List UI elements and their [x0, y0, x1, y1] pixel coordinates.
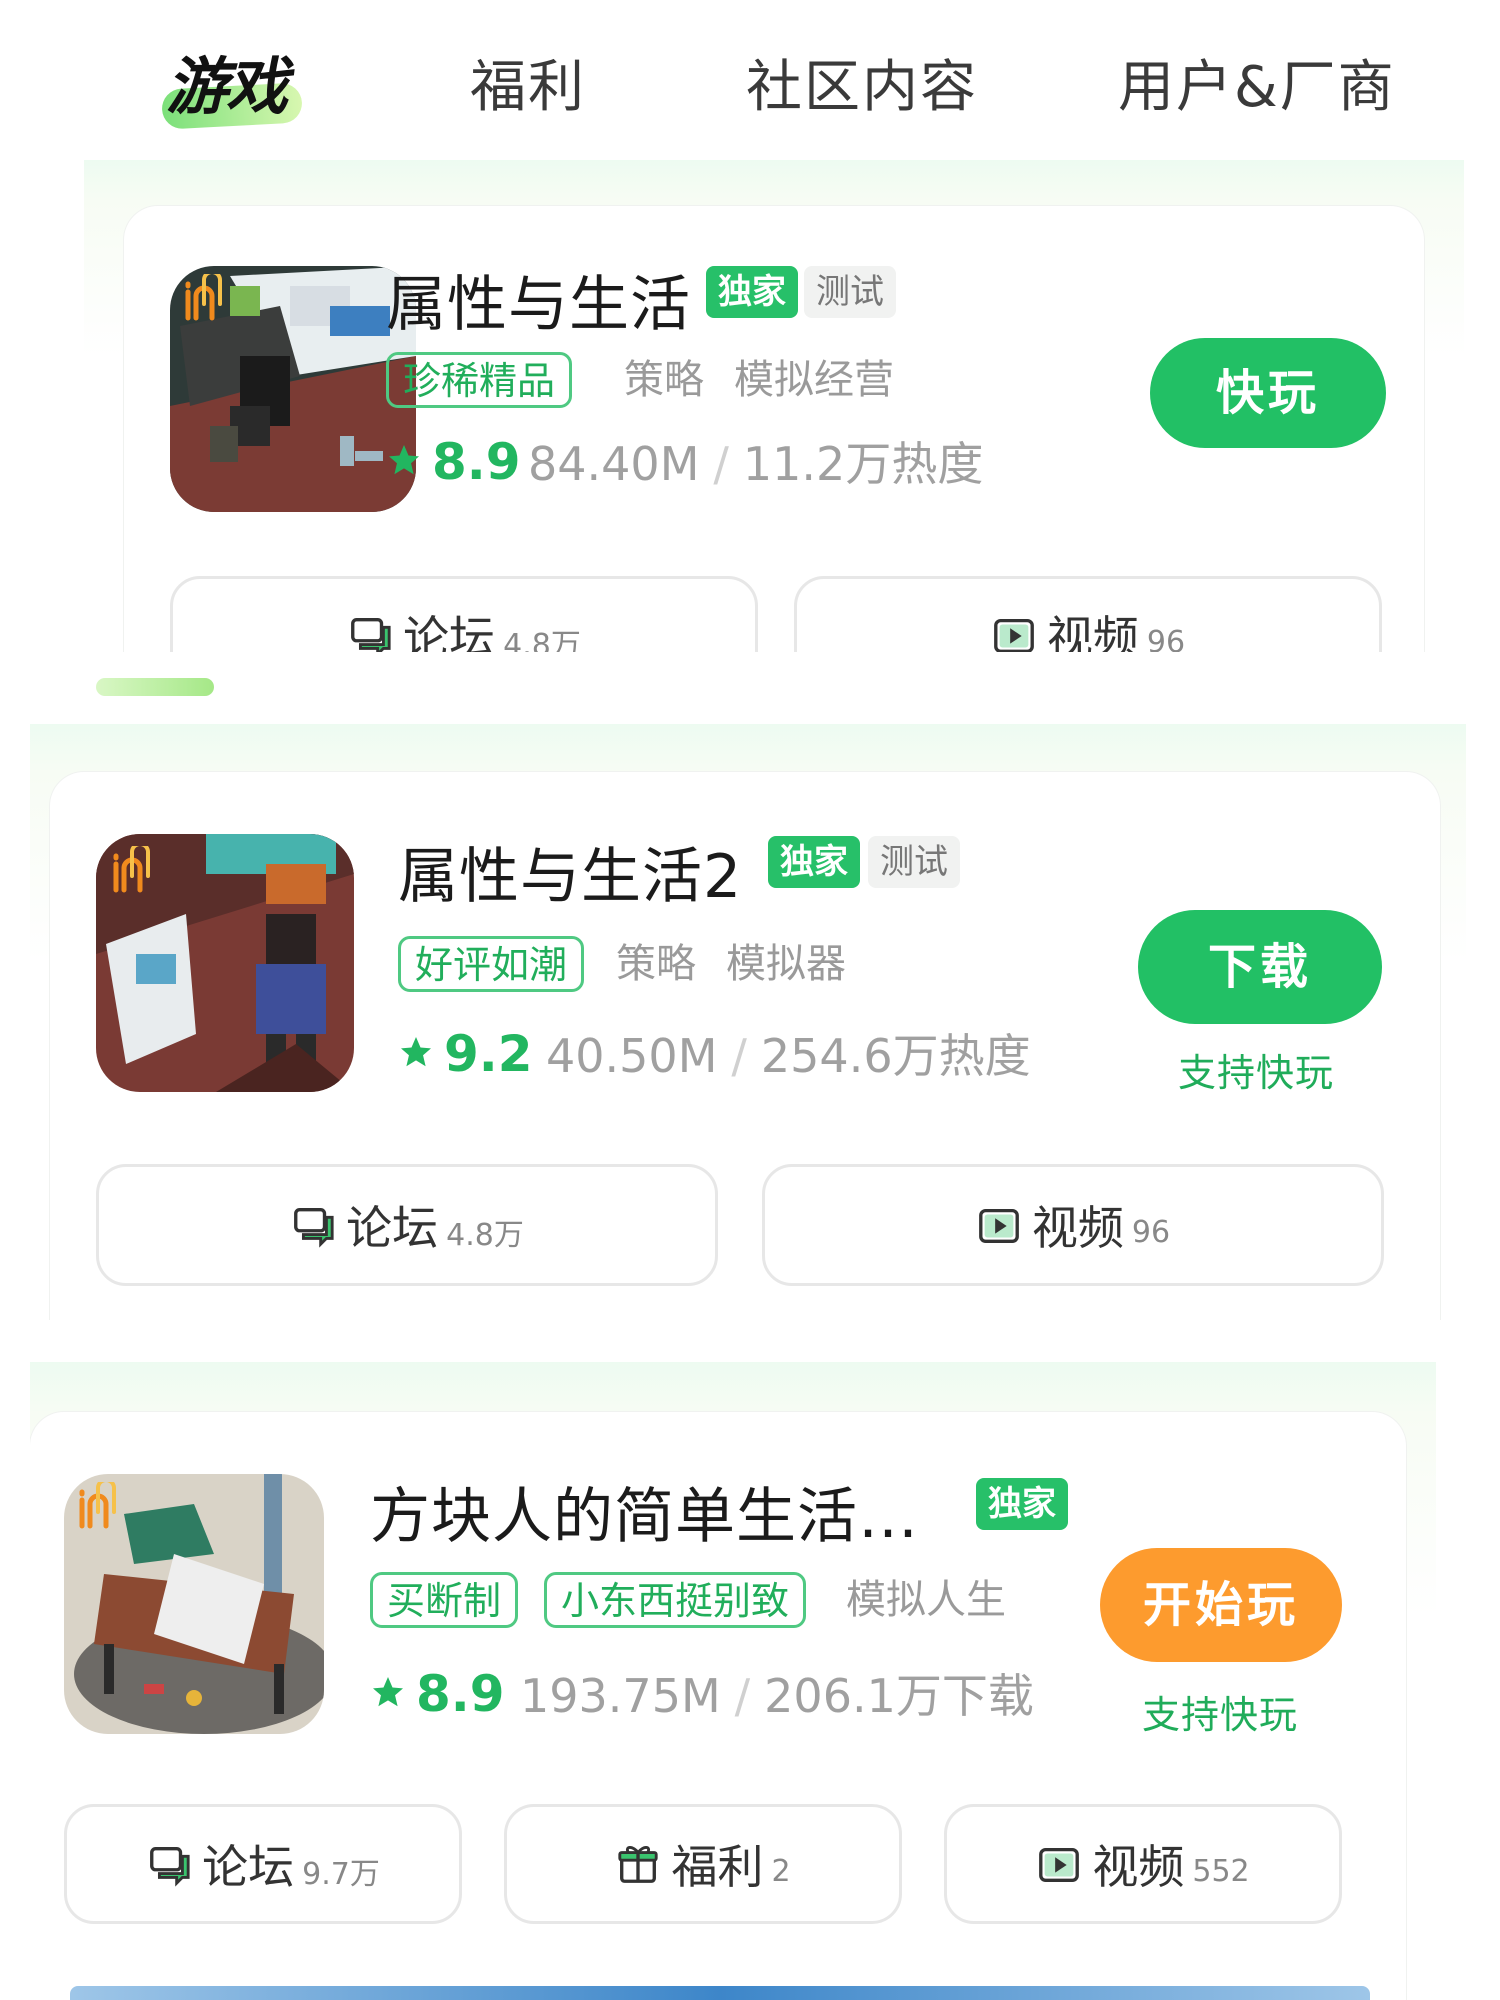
rating-row: 9.2 40.50M/254.6万热度 — [398, 1024, 1118, 1084]
forum-label: 论坛 — [202, 1840, 295, 1894]
tag-highlight[interactable]: 好评如潮 — [398, 936, 585, 992]
file-size: 84.40M — [528, 437, 700, 491]
publisher-logo-icon — [79, 1482, 116, 1529]
video-icon — [979, 1208, 1019, 1243]
quick-play-support-link[interactable]: 支持快玩 — [1178, 1042, 1334, 1097]
file-size: 40.50M — [546, 1029, 718, 1083]
divider-decoration — [96, 678, 214, 696]
exclusive-badge: 独家 — [706, 266, 798, 318]
rating-row: 8.9 84.40M/11.2万热度 — [386, 432, 1086, 492]
video-count: 96 — [1146, 624, 1186, 653]
forum-icon — [294, 1207, 334, 1248]
video-label: 视频 — [1046, 611, 1139, 652]
forum-icon — [351, 617, 391, 652]
welfare-count: 2 — [771, 1853, 791, 1889]
forum-count: 9.7万 — [302, 1857, 380, 1892]
file-size: 193.75M — [520, 1669, 721, 1723]
forum-button[interactable]: 论坛 9.7万 — [64, 1804, 462, 1924]
game-title[interactable]: 属性与生活 — [386, 256, 691, 343]
top-tab-bar: 游戏 福利 社区内容 用户&厂商 — [0, 0, 1500, 160]
forum-button[interactable]: 论坛 4.8万 — [96, 1164, 718, 1286]
welfare-label: 福利 — [671, 1840, 764, 1894]
exclusive-badge: 独家 — [768, 836, 860, 888]
game-card[interactable]: 属性与生活2 独家 测试 好评如潮 策略 模拟器 9.2 40.50M/254.… — [50, 772, 1440, 1320]
game-icon-image[interactable] — [170, 266, 416, 512]
video-icon — [1039, 1847, 1080, 1882]
forum-count: 4.8万 — [446, 1218, 524, 1253]
game-panel-2: 属性与生活2 独家 测试 好评如潮 策略 模拟器 9.2 40.50M/254.… — [30, 724, 1466, 1320]
forum-label: 论坛 — [346, 1201, 439, 1255]
forum-button[interactable]: 论坛 4.8万 — [170, 576, 758, 652]
test-badge: 测试 — [804, 266, 896, 318]
meta-info: 40.50M/254.6万热度 — [546, 1026, 1031, 1086]
quick-play-button[interactable]: 快玩 — [1150, 338, 1386, 448]
video-count: 552 — [1192, 1853, 1250, 1889]
start-play-button[interactable]: 开始玩 — [1100, 1548, 1342, 1662]
popularity: 11.2万热度 — [742, 437, 984, 491]
game-panel-3: 方块人的简单生活… 独家 买断制 小东西挺别致 模拟人生 8.9 193.75M… — [30, 1362, 1436, 2000]
tab-welfare[interactable]: 福利 — [470, 42, 586, 123]
video-button[interactable]: 视频 96 — [762, 1164, 1384, 1286]
tag-highlight[interactable]: 买断制 — [370, 1572, 519, 1628]
forum-icon — [150, 1846, 190, 1887]
video-label: 视频 — [1031, 1201, 1124, 1255]
video-label: 视频 — [1092, 1840, 1185, 1894]
tab-community[interactable]: 社区内容 — [746, 42, 978, 123]
game-icon-image[interactable] — [96, 834, 354, 1092]
gift-icon — [618, 1846, 659, 1883]
quick-play-support-link[interactable]: 支持快玩 — [1142, 1684, 1298, 1739]
meta-separator: / — [734, 1669, 751, 1723]
publisher-logo-icon — [185, 274, 222, 321]
star-icon — [389, 445, 419, 475]
star-icon — [373, 1677, 403, 1707]
forum-count: 4.8万 — [503, 628, 581, 652]
publisher-logo-icon — [113, 846, 150, 893]
exclusive-badge: 独家 — [976, 1478, 1068, 1530]
tag-genre[interactable]: 策略 — [616, 936, 696, 992]
download-button[interactable]: 下载 — [1138, 910, 1382, 1024]
tag-genre[interactable]: 模拟人生 — [846, 1572, 1006, 1628]
game-icon-image[interactable] — [64, 1474, 324, 1734]
welfare-button[interactable]: 福利 2 — [504, 1804, 902, 1924]
tab-games[interactable]: 游戏 — [158, 36, 308, 136]
rating-score: 9.2 — [444, 1025, 533, 1083]
tag-genre[interactable]: 策略 — [624, 352, 704, 408]
popularity: 254.6万热度 — [760, 1029, 1031, 1083]
video-button[interactable]: 视频 552 — [944, 1804, 1342, 1924]
tab-users-vendors[interactable]: 用户&厂商 — [1118, 42, 1396, 123]
rating-score: 8.9 — [416, 1665, 505, 1723]
tag-highlight[interactable]: 珍稀精品 — [386, 352, 573, 408]
video-button[interactable]: 视频 96 — [794, 576, 1382, 652]
game-card[interactable]: 方块人的简单生活… 独家 买断制 小东西挺别致 模拟人生 8.9 193.75M… — [30, 1412, 1406, 2000]
video-count: 96 — [1131, 1214, 1171, 1250]
rating-row: 8.9 193.75M/206.1万下载 — [370, 1664, 1090, 1724]
meta-info: 84.40M/11.2万热度 — [528, 434, 983, 494]
test-badge: 测试 — [868, 836, 960, 888]
tag-highlight[interactable]: 小东西挺别致 — [544, 1572, 807, 1628]
game-panel-1: 属性与生活 独家 测试 珍稀精品 策略 模拟经营 8.9 84.40M/11.2… — [84, 160, 1464, 652]
meta-separator: / — [713, 437, 729, 491]
tab-games-label: 游戏 — [166, 50, 288, 123]
star-icon — [401, 1037, 431, 1067]
download-count: 206.1万下载 — [764, 1669, 1034, 1723]
tag-genre[interactable]: 模拟经营 — [734, 352, 894, 408]
game-title[interactable]: 方块人的简单生活… — [370, 1468, 919, 1555]
tag-genre[interactable]: 模拟器 — [726, 936, 846, 992]
rating-score: 8.9 — [432, 433, 521, 491]
next-item-banner-edge — [70, 1986, 1370, 2000]
game-card[interactable]: 属性与生活 独家 测试 珍稀精品 策略 模拟经营 8.9 84.40M/11.2… — [124, 206, 1424, 652]
meta-info: 193.75M/206.1万下载 — [520, 1666, 1034, 1726]
game-title[interactable]: 属性与生活2 — [398, 828, 742, 915]
forum-label: 论坛 — [403, 611, 496, 652]
video-icon — [994, 618, 1034, 652]
meta-separator: / — [731, 1029, 747, 1083]
